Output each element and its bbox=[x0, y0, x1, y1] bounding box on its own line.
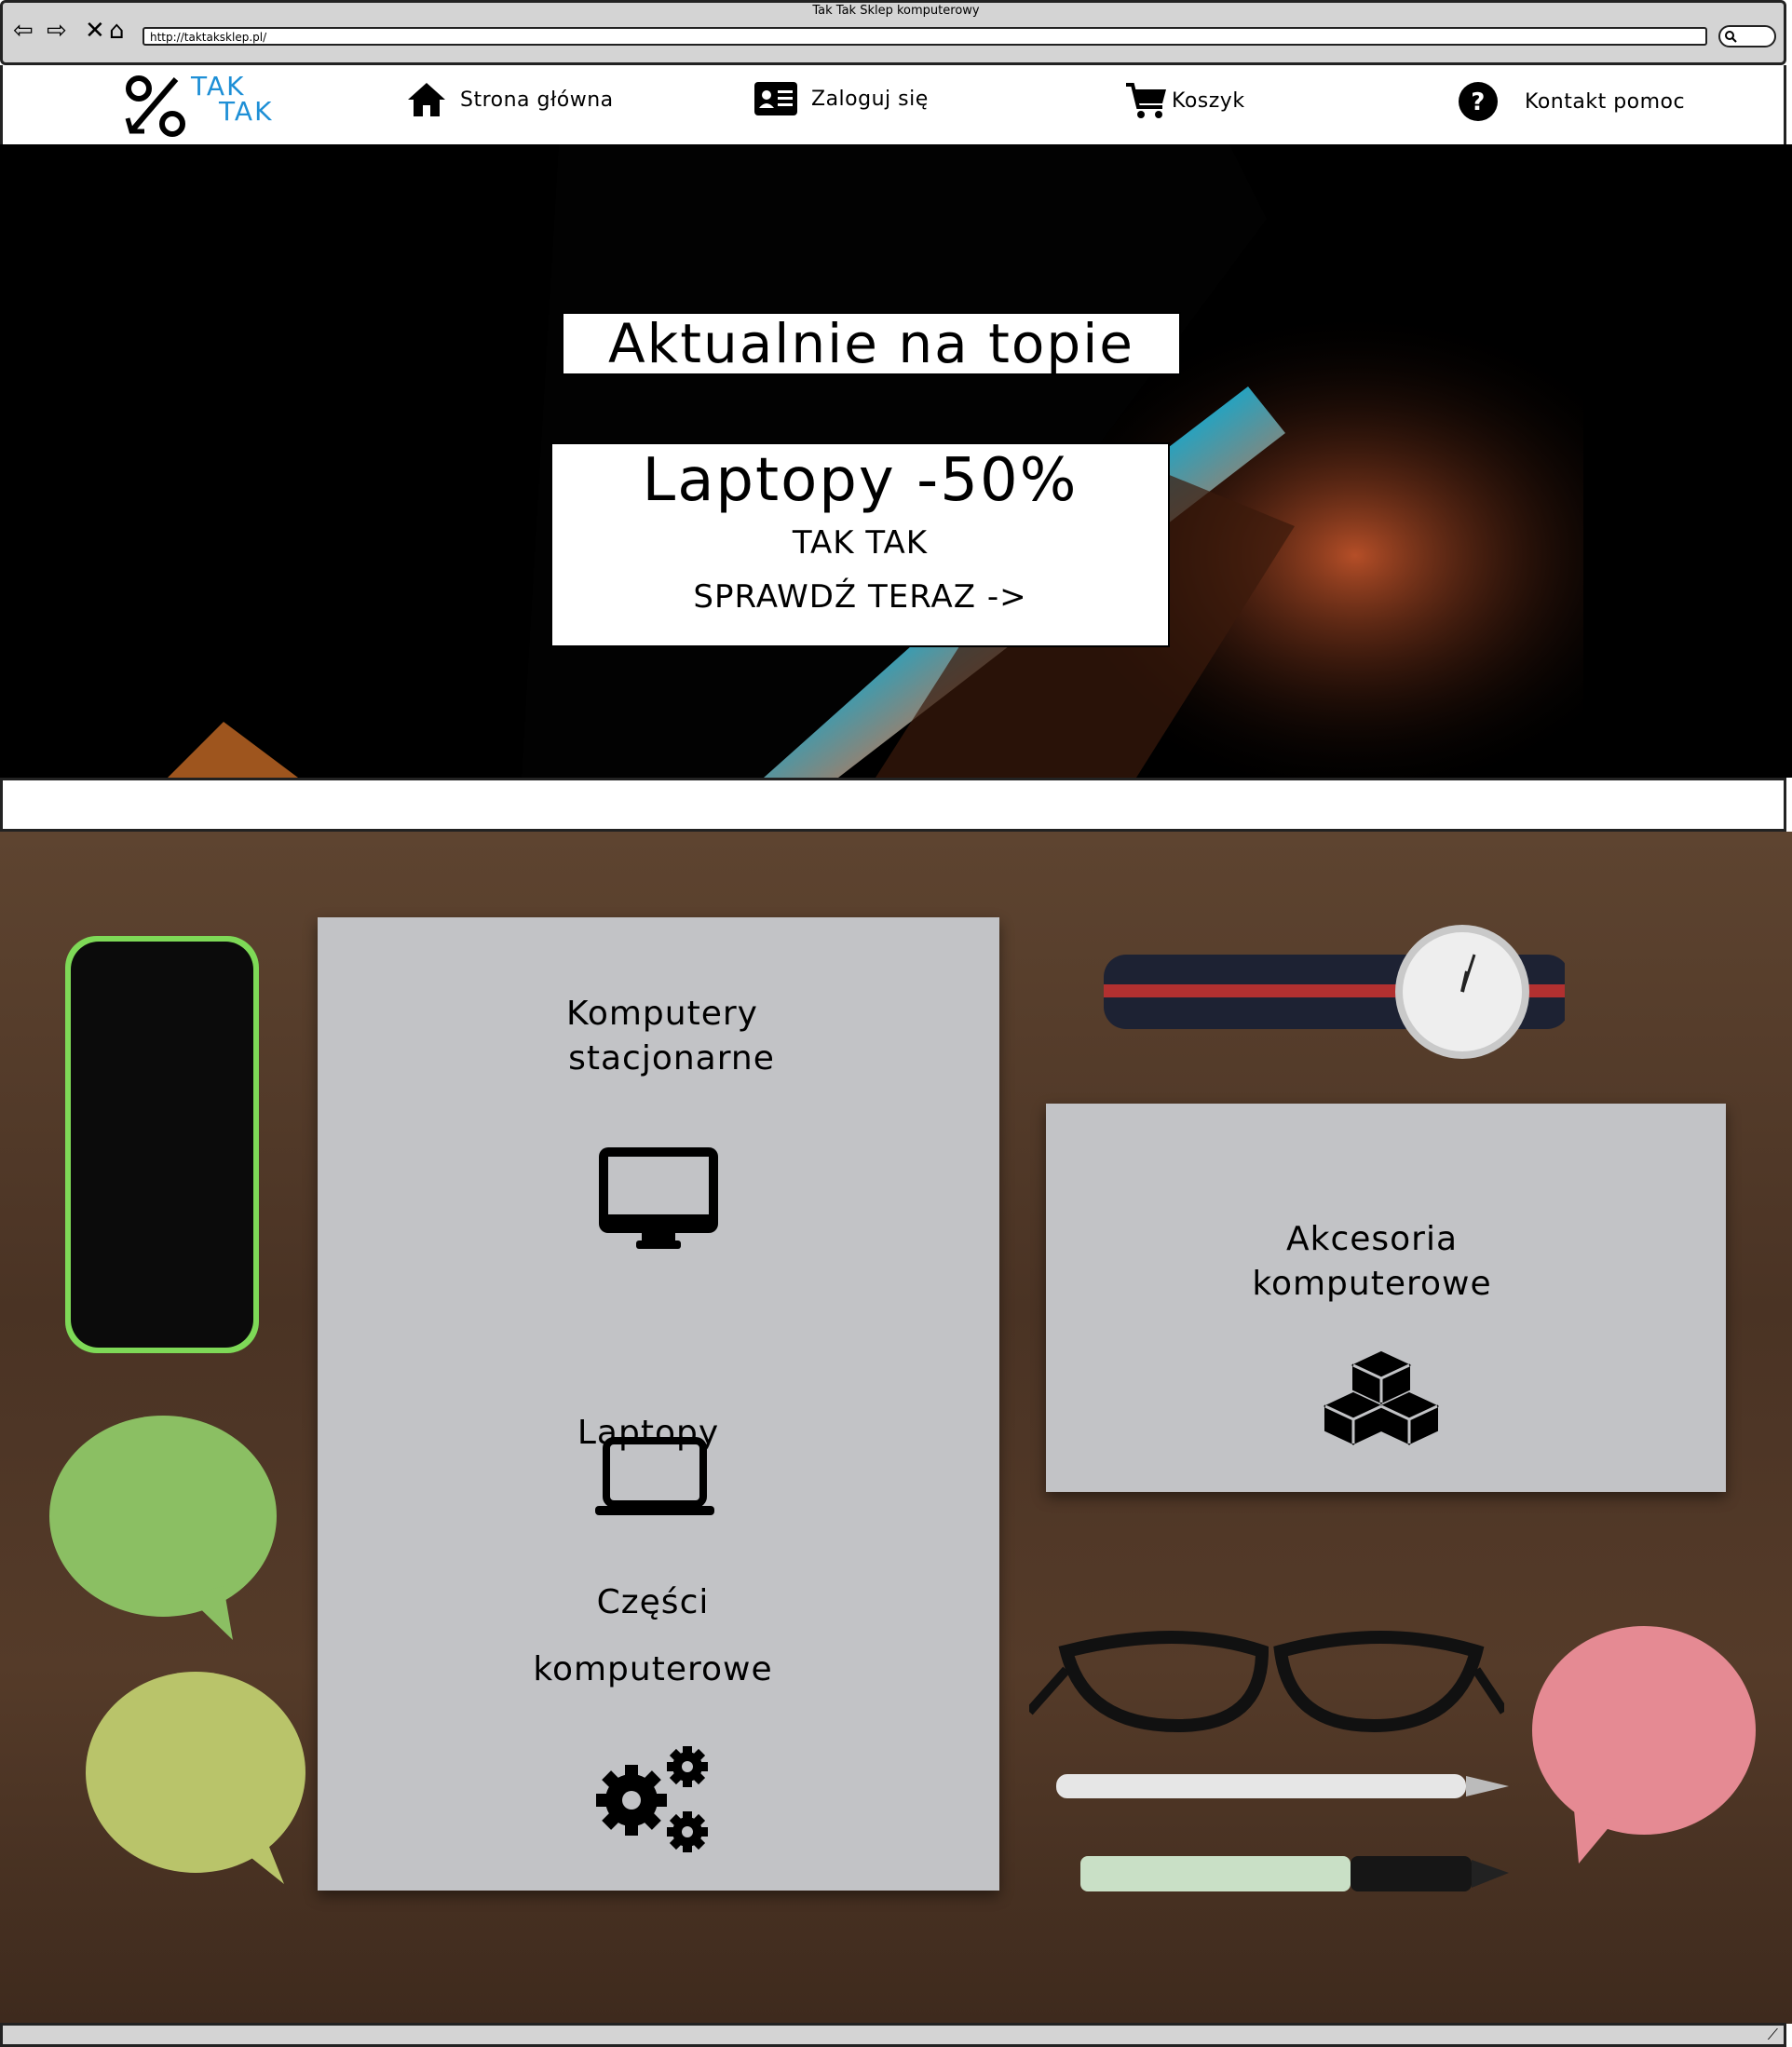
cart-icon bbox=[1126, 83, 1166, 118]
promo-title: Laptopy -50% bbox=[642, 446, 1079, 515]
hero-headline: Aktualnie na topie bbox=[562, 312, 1181, 375]
nav-login[interactable]: Zaloguj się bbox=[753, 81, 929, 116]
yellow-speech-bubble bbox=[86, 1672, 305, 1884]
category-accessories-line1: Akcesoria bbox=[1285, 1220, 1459, 1258]
categories-card-accessories: Akcesoria komputerowe bbox=[1046, 1104, 1726, 1492]
close-icon[interactable]: ✕ bbox=[85, 19, 105, 43]
address-bar[interactable]: http://taktaksklep.pl/ bbox=[143, 27, 1707, 46]
search-icon bbox=[1725, 31, 1737, 43]
cubes-icon[interactable] bbox=[1324, 1350, 1439, 1447]
pink-speech-bubble bbox=[1532, 1626, 1756, 1864]
monitor-icon[interactable] bbox=[597, 1146, 720, 1253]
category-parts-line2: komputerowe bbox=[533, 1650, 773, 1688]
nav-home[interactable]: Strona główna bbox=[406, 81, 614, 118]
nav-cart[interactable]: Koszyk bbox=[1125, 81, 1245, 120]
browser-search[interactable] bbox=[1718, 25, 1776, 47]
watch-image bbox=[1104, 925, 1565, 1059]
pens-image bbox=[1056, 1774, 1509, 1891]
category-desktops-line1: Komputery bbox=[566, 995, 758, 1033]
hero-banner: Aktualnie na topie Laptopy -50% TAK TAK … bbox=[0, 144, 1792, 778]
promo-brand: TAK TAK bbox=[792, 524, 929, 562]
browser-status-bar: ⟋ bbox=[0, 2023, 1786, 2047]
percent-logo-icon bbox=[125, 75, 185, 137]
window-title: Tak Tak Sklep komputerowy bbox=[812, 4, 980, 18]
home-icon[interactable]: ⌂ bbox=[109, 19, 125, 43]
category-accessories[interactable]: Akcesoria komputerowe bbox=[1046, 1217, 1698, 1307]
categories-card-main: Komputery stacjonarne Laptopy Części kom… bbox=[318, 917, 999, 1891]
category-desktops[interactable]: Komputery stacjonarne bbox=[318, 992, 1007, 1081]
gears-icon[interactable] bbox=[594, 1744, 717, 1856]
id-card-icon bbox=[754, 82, 797, 115]
category-parts-line1: Części bbox=[596, 1583, 710, 1621]
laptop-icon[interactable] bbox=[593, 1437, 716, 1521]
phone-image bbox=[65, 936, 259, 1353]
promo-cta[interactable]: SPRAWDŹ TERAZ -> bbox=[552, 578, 1168, 616]
logo[interactable]: TAK TAK bbox=[124, 74, 319, 139]
resize-grip-icon[interactable]: ⟋ bbox=[1768, 2027, 1778, 2043]
green-speech-bubble bbox=[49, 1416, 277, 1640]
forward-arrow-icon[interactable]: ⇨ bbox=[47, 19, 67, 43]
back-arrow-icon[interactable]: ⇦ bbox=[13, 19, 34, 43]
promo-box[interactable]: Laptopy -50% TAK TAK SPRAWDŹ TERAZ -> bbox=[550, 442, 1170, 647]
category-desktops-line2: stacjonarne bbox=[568, 1039, 775, 1078]
nav-home-label: Strona główna bbox=[460, 88, 614, 112]
nav-help-label: Kontakt pomoc bbox=[1525, 89, 1686, 114]
svg-text:?: ? bbox=[1471, 88, 1486, 116]
category-accessories-line2: komputerowe bbox=[1252, 1265, 1492, 1303]
home-icon bbox=[408, 83, 445, 116]
section-divider bbox=[3, 778, 1784, 832]
logo-text-bottom: TAK bbox=[219, 96, 274, 127]
glasses-image bbox=[1029, 1631, 1504, 1733]
nav-login-label: Zaloguj się bbox=[811, 87, 929, 111]
question-icon: ? bbox=[1459, 82, 1498, 121]
categories-section: Komputery stacjonarne Laptopy Części kom… bbox=[0, 832, 1792, 2024]
navbar: TAK TAK Strona główna Zaloguj się Koszyk… bbox=[3, 68, 1784, 142]
nav-help[interactable]: ? Kontakt pomoc bbox=[1458, 81, 1685, 122]
nav-cart-label: Koszyk bbox=[1172, 88, 1245, 113]
category-parts[interactable]: Części komputerowe bbox=[318, 1569, 988, 1692]
